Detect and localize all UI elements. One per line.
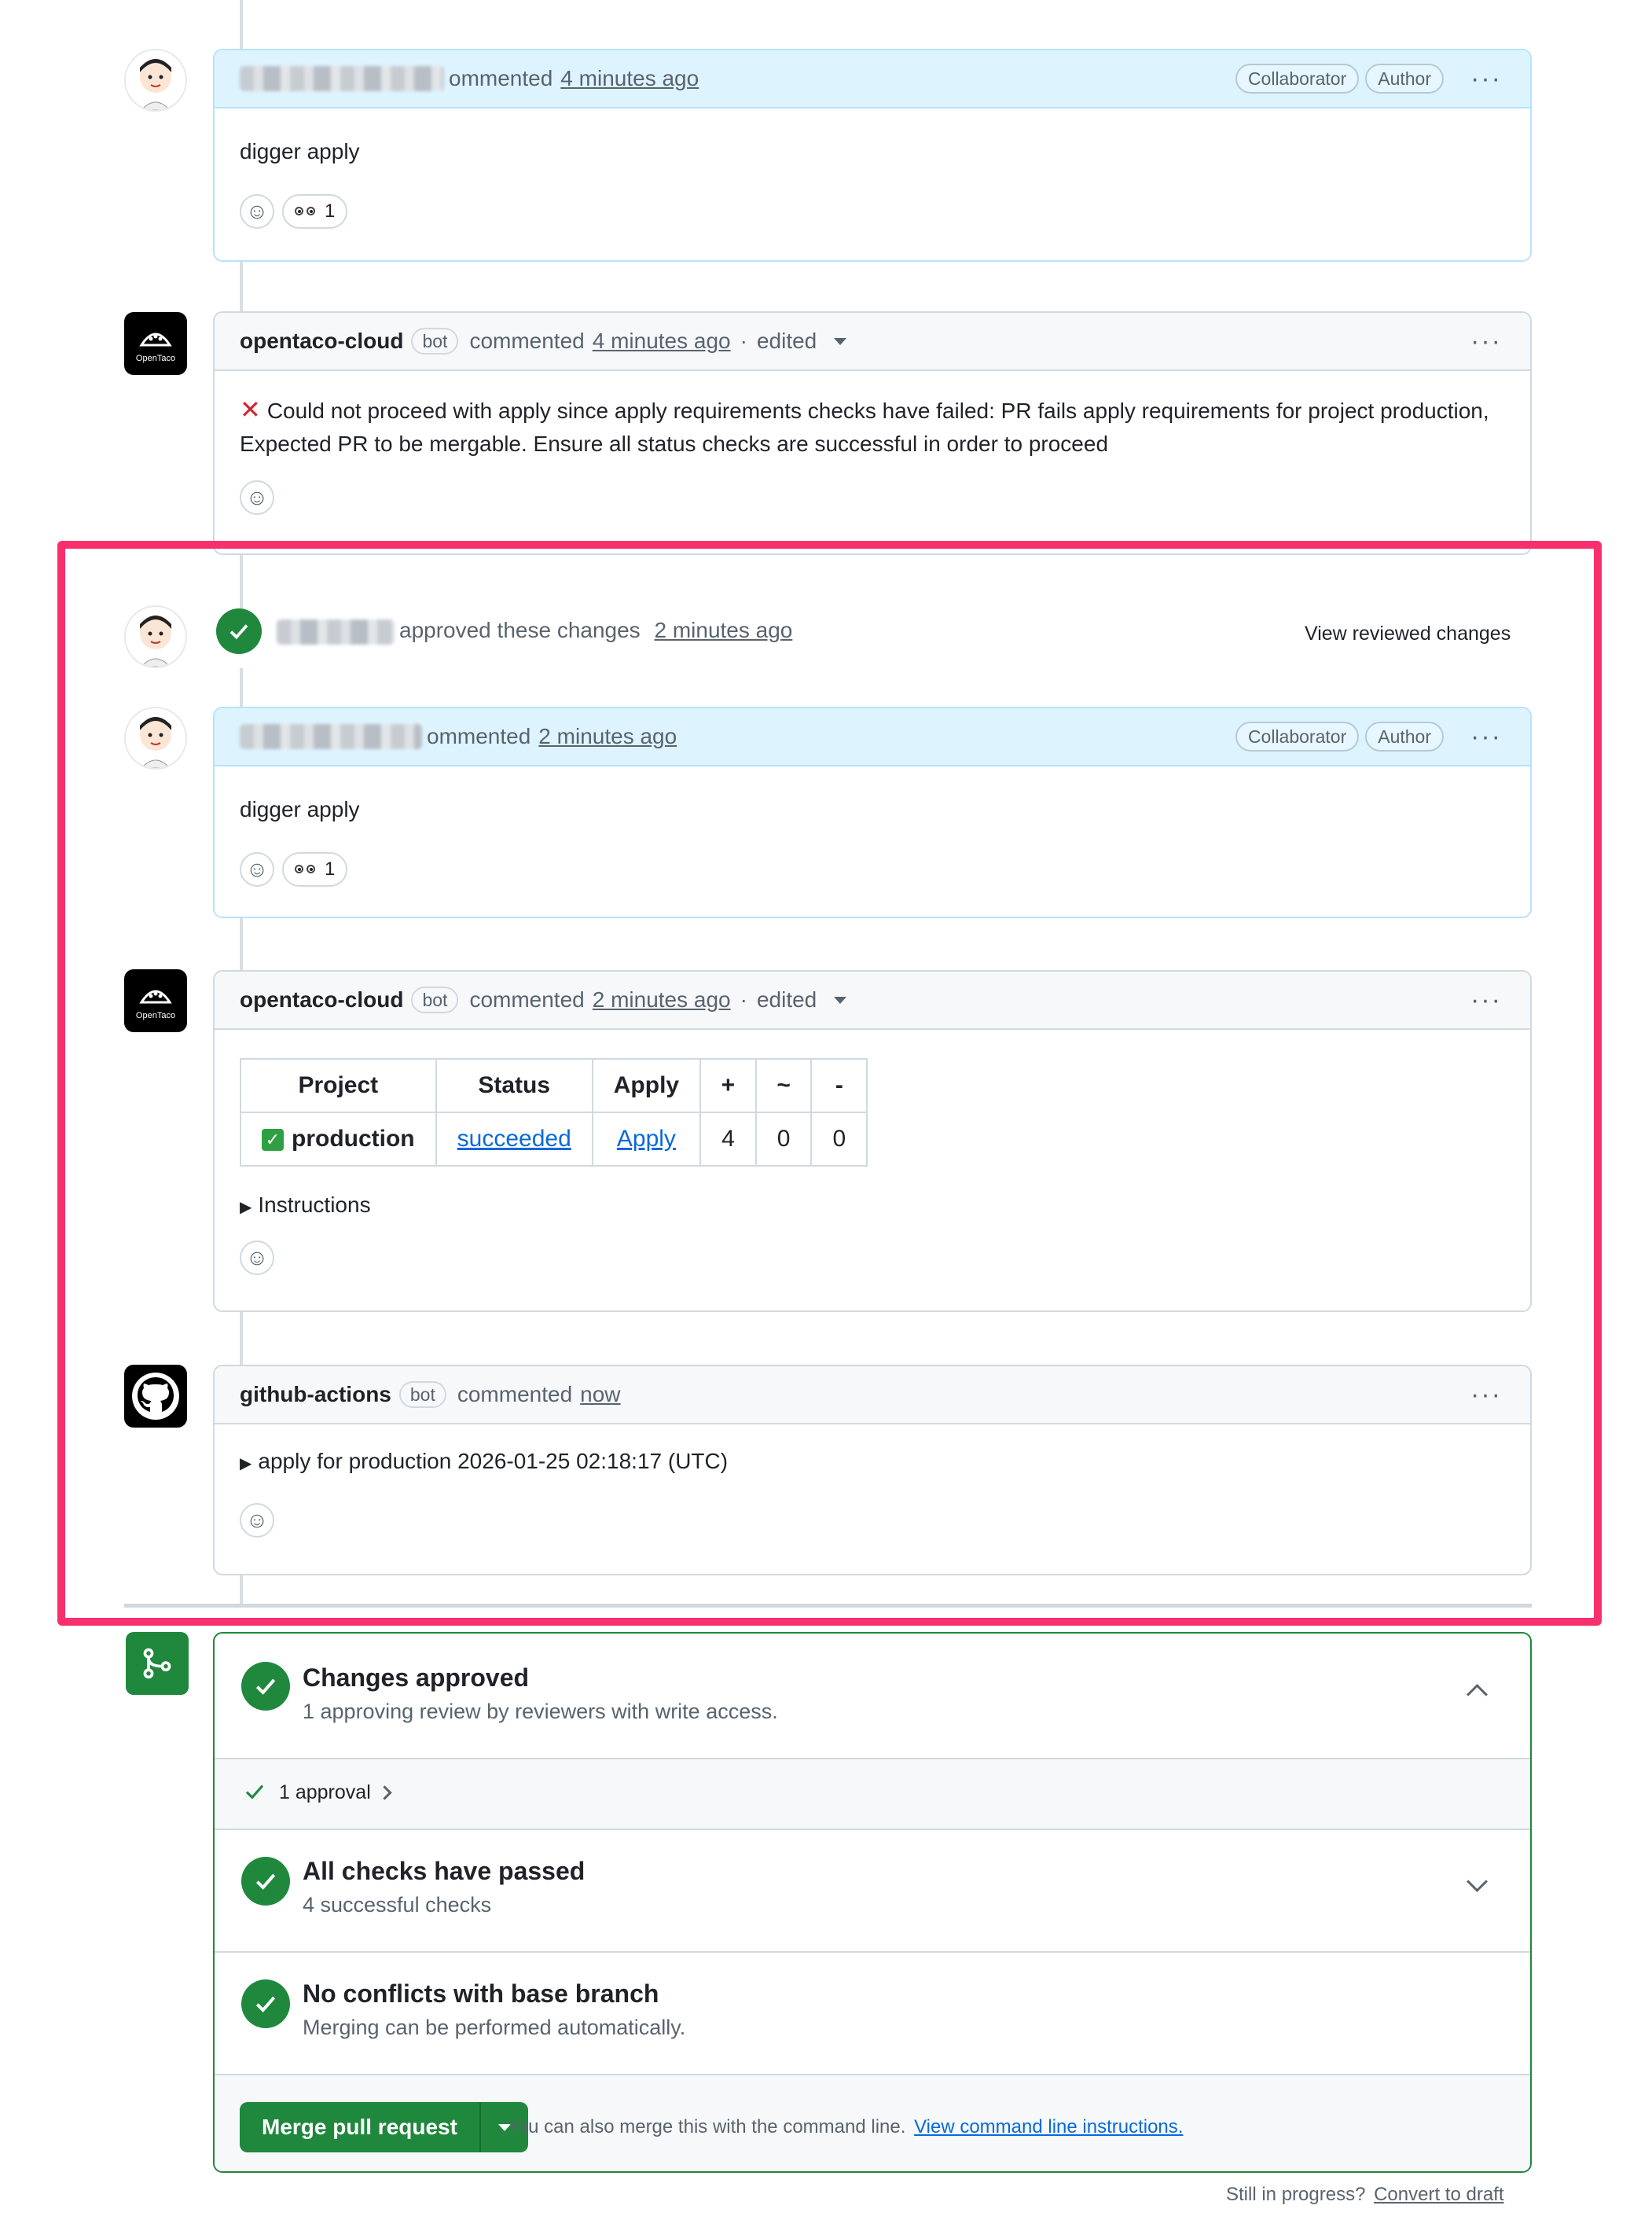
comment-text-row: ✕ Could not proceed with apply since appl…	[240, 393, 1505, 461]
cli-text: You can also merge this with the command…	[507, 2116, 906, 2137]
opentaco-logo-text: OpenTaco	[136, 354, 175, 363]
check-icon	[243, 1780, 266, 1807]
cli-hint: You can also merge this with the command…	[507, 2116, 1183, 2138]
chevron-down-icon[interactable]	[1467, 1871, 1488, 1892]
merge-pull-request-button[interactable]: Merge pull request	[240, 2102, 479, 2152]
chevron-up-icon[interactable]	[1467, 1684, 1488, 1705]
approved-subtitle: 1 approving review by reviewers with wri…	[303, 1700, 778, 1723]
conflicts-section: No conflicts with base branch Merging ca…	[215, 1953, 1530, 2075]
comment-action: commented	[469, 329, 585, 353]
comment-text: digger apply	[240, 139, 360, 164]
user-avatar[interactable]	[124, 49, 187, 112]
add-reaction-icon[interactable]: ☺	[240, 193, 274, 229]
bot-label: bot	[411, 328, 459, 355]
comment-card: opentaco-cloud bot commented 4 minutes a…	[213, 311, 1532, 555]
timeline-line	[240, 259, 243, 313]
comment-action: ommented	[449, 66, 553, 90]
timeline-line	[240, 0, 243, 50]
check-circle-icon	[241, 1662, 290, 1711]
checks-subtitle: 4 successful checks	[303, 1893, 492, 1917]
caret-down-icon[interactable]	[834, 337, 847, 345]
comment-timestamp[interactable]: 4 minutes ago	[593, 329, 731, 354]
comment-header: ommented 4 minutes ago Collaborator Autho…	[215, 50, 1530, 108]
checks-section[interactable]: All checks have passed 4 successful chec…	[215, 1830, 1530, 1953]
checks-title: All checks have passed	[303, 1857, 586, 1885]
kebab-icon[interactable]: ···	[1470, 65, 1502, 92]
comment-body: digger apply ☺ 1	[215, 108, 1530, 248]
comment-author[interactable]: opentaco-cloud	[240, 329, 403, 354]
comment-card: ommented 4 minutes ago Collaborator Autho…	[213, 49, 1532, 262]
chevron-right-icon	[377, 1785, 392, 1800]
approvals-row[interactable]: 1 approval	[215, 1759, 1530, 1830]
highlight-box	[57, 541, 1602, 1626]
approved-section[interactable]: Changes approved 1 approving review by r…	[215, 1634, 1530, 1759]
convert-to-draft-link[interactable]: Convert to draft	[1374, 2184, 1503, 2205]
eyes-reaction-button[interactable]: 1	[282, 193, 348, 229]
comment-text: Could not proceed with apply since apply…	[240, 399, 1489, 456]
comment-body: ✕ Could not proceed with apply since appl…	[215, 371, 1530, 534]
author-badge: Author	[1365, 64, 1444, 94]
red-x-icon: ✕	[240, 395, 261, 424]
approvals-count: 1 approval	[279, 1781, 371, 1803]
draft-hint: Still in progress? Convert to draft	[1226, 2184, 1504, 2206]
check-circle-icon	[241, 1979, 290, 2028]
conflicts-subtitle: Merging can be performed automatically.	[303, 2016, 686, 2039]
merge-button-group: Merge pull request	[240, 2102, 528, 2152]
comment-header: opentaco-cloud bot commented 4 minutes a…	[215, 313, 1530, 371]
draft-hint-text: Still in progress?	[1226, 2184, 1366, 2205]
opentaco-avatar[interactable]: OpenTaco	[124, 312, 187, 375]
add-reaction-icon[interactable]: ☺	[240, 480, 274, 515]
conflicts-title: No conflicts with base branch	[303, 1979, 659, 2008]
redacted-username	[240, 66, 444, 91]
cli-instructions-link[interactable]: View command line instructions.	[914, 2116, 1183, 2137]
eyes-icon	[295, 207, 315, 216]
collaborator-badge: Collaborator	[1235, 64, 1360, 94]
git-merge-icon	[126, 1632, 189, 1695]
check-circle-icon	[241, 1857, 290, 1906]
edited-dropdown[interactable]: edited	[757, 329, 817, 354]
kebab-icon[interactable]: ···	[1470, 328, 1502, 355]
comment-timestamp[interactable]: 4 minutes ago	[560, 66, 699, 91]
merge-box: Changes approved 1 approving review by r…	[213, 1632, 1532, 2173]
approved-title: Changes approved	[303, 1663, 530, 1692]
reaction-count: 1	[325, 200, 336, 222]
